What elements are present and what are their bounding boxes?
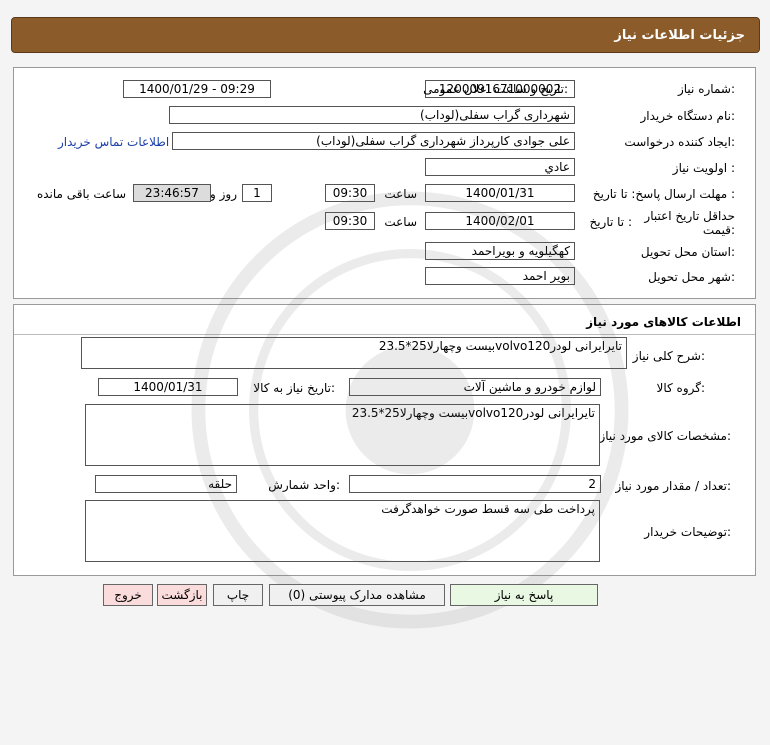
- remaining-time-field: 23:46:57: [133, 184, 211, 202]
- specs-field: تایرایرانی لودرvolvo120بیست وچهارلا25*23…: [85, 404, 600, 466]
- city-label: شهر محل تحویل:: [648, 270, 735, 284]
- days-count-field: 1: [242, 184, 272, 202]
- validity-label-text: حداقل تاریخ اعتبار قیمت:: [644, 209, 735, 237]
- buyer-contact-link[interactable]: اطلاعات تماس خریدار: [58, 135, 169, 149]
- view-attachments-button[interactable]: مشاهده مدارک پیوستی (0): [269, 584, 445, 606]
- reply-button[interactable]: پاسخ به نیاز: [450, 584, 598, 606]
- group-label: گروه کالا:: [656, 381, 706, 395]
- announce-label: تاریخ و ساعت اعلان عمومی:: [423, 82, 568, 96]
- unit-field: حلقه: [95, 475, 237, 493]
- need-info-panel: شماره نیاز: 1200091671000002 تاریخ و ساع…: [13, 67, 756, 299]
- exit-button[interactable]: خروج: [103, 584, 153, 606]
- deadline-date-field: 1400/01/31: [425, 184, 575, 202]
- buyer-org-field: شهرداری گراب سفلی(لوداب): [169, 106, 575, 124]
- validity-to-label: تا تاریخ :: [589, 215, 632, 229]
- goods-section-title: اطلاعات کالاهای مورد نیاز: [586, 315, 741, 329]
- page-header: جزئیات اطلاعات نیاز: [11, 17, 760, 53]
- specs-label: مشخصات کالای مورد نیاز:: [599, 429, 731, 443]
- deadline-time-label: ساعت: [384, 187, 417, 201]
- days-label: روز و: [210, 187, 237, 201]
- section-divider: [14, 334, 755, 335]
- group-field: لوازم خودرو و ماشین آلات: [349, 378, 601, 396]
- priority-label: اولویت نیاز :: [672, 161, 735, 175]
- validity-time-label: ساعت: [384, 215, 417, 229]
- validity-label: حداقل تاریخ اعتبار قیمت:: [635, 209, 735, 237]
- requester-field: علی جوادی کارپرداز شهرداری گراب سفلی(لود…: [172, 132, 575, 150]
- buyer-notes-field: پرداخت طی سه قسط صورت خواهدگرفت: [85, 500, 600, 562]
- summary-field: تایرایرانی لودرvolvo120بیست وچهارلا25*23…: [81, 337, 627, 369]
- priority-field: عادي: [425, 158, 575, 176]
- unit-label: واحد شمارش:: [268, 478, 340, 492]
- goods-panel: اطلاعات کالاهای مورد نیاز شرح کلی نیاز: …: [13, 304, 756, 576]
- remaining-label: ساعت باقی مانده: [36, 187, 126, 201]
- qty-label: تعداد / مقدار مورد نیاز:: [615, 479, 731, 493]
- city-field: بویر احمد: [425, 267, 575, 285]
- need-number-label: شماره نیاز:: [677, 82, 735, 96]
- qty-field: 2: [349, 475, 601, 493]
- announce-field: 1400/01/29 - 09:29: [123, 80, 271, 98]
- validity-time-field: 09:30: [325, 212, 375, 230]
- need-date-label: تاریخ نیاز به کالا:: [253, 381, 335, 395]
- validity-date-field: 1400/02/01: [425, 212, 575, 230]
- page-title: جزئیات اطلاعات نیاز: [614, 28, 745, 43]
- province-label: استان محل تحویل:: [640, 245, 735, 259]
- requester-label: ایجاد کننده درخواست:: [624, 135, 735, 149]
- back-button[interactable]: بازگشت: [157, 584, 207, 606]
- buyer-notes-label: توضیحات خریدار:: [644, 525, 731, 539]
- need-date-field: 1400/01/31: [98, 378, 238, 396]
- buyer-org-label: نام دستگاه خریدار:: [640, 109, 736, 123]
- summary-label: شرح کلی نیاز:: [632, 349, 705, 363]
- province-field: کهگیلویه و بویراحمد: [425, 242, 575, 260]
- deadline-time-field: 09:30: [325, 184, 375, 202]
- deadline-label: مهلت ارسال پاسخ: تا تاریخ :: [592, 187, 735, 201]
- print-button[interactable]: چاپ: [213, 584, 263, 606]
